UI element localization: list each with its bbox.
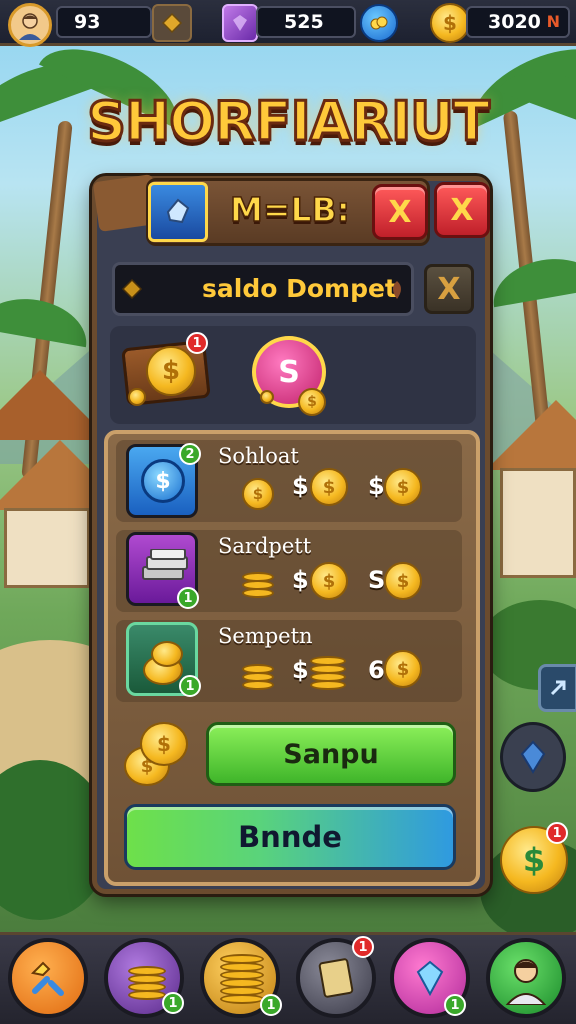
coin-value: 3020 xyxy=(488,11,541,33)
coin-counter: 3020 N xyxy=(466,6,570,38)
card-icon xyxy=(318,958,354,998)
nav-card-button[interactable]: 1 xyxy=(296,936,376,1018)
panel-header-label: M=LB: xyxy=(229,189,350,230)
coin-stack-icon xyxy=(242,658,274,692)
puzzle-icon xyxy=(30,961,64,996)
wallet-badge: 1 xyxy=(186,332,208,354)
coin-stack-icon xyxy=(220,950,264,1006)
gold-pile-icon: 1 xyxy=(126,622,201,697)
coin-stack-icon xyxy=(310,652,346,692)
side-toggle-button[interactable] xyxy=(538,664,576,712)
item-label: Sohloat xyxy=(218,444,299,468)
level-value: 93 xyxy=(74,11,101,33)
item-label: Sempetn xyxy=(218,624,313,648)
coin-icon: $ xyxy=(384,562,422,600)
crystal-icon xyxy=(520,740,546,774)
profile-icon xyxy=(505,959,547,1005)
hut-roof xyxy=(486,400,576,470)
bnnde-button[interactable]: Bnnde xyxy=(124,804,456,870)
coin-currency-icon: $ xyxy=(430,3,470,43)
saldo-label: saldo Dompet xyxy=(202,274,397,303)
player-avatar-icon[interactable] xyxy=(8,3,52,47)
hut xyxy=(4,508,90,588)
price-symbol: $ xyxy=(368,472,385,500)
top-hud: 93 525 $ 3020 N xyxy=(0,0,576,47)
price-symbol: 6 xyxy=(368,656,385,684)
sanpu-button[interactable]: Sanpu xyxy=(206,722,456,786)
pink-coin-icon[interactable]: S $ xyxy=(252,336,332,416)
crystal-side-button[interactable] xyxy=(500,722,566,792)
hud-close-button[interactable]: N xyxy=(547,8,560,36)
level-counter: 93 xyxy=(56,6,152,38)
nav-gem-button[interactable]: 1 xyxy=(390,938,470,1018)
game-title: SHORFIARIUT xyxy=(86,89,492,155)
gem-value: 525 xyxy=(284,11,324,33)
coin-icon: $ xyxy=(384,650,422,688)
nav-coin-stack-button[interactable]: 1 xyxy=(200,938,282,1018)
coin-offer-button[interactable]: $ 1 xyxy=(498,822,572,898)
price-symbol: $ xyxy=(292,472,309,500)
cash-stack-icon: 1 xyxy=(126,532,199,609)
offer-badge: 1 xyxy=(546,822,568,844)
nav-profile-button[interactable] xyxy=(486,938,566,1018)
coin-icon: $ xyxy=(310,562,348,600)
price-symbol: S xyxy=(368,566,386,594)
close-button-b[interactable]: X xyxy=(434,182,490,238)
gold-gem-icon xyxy=(116,272,148,306)
coins-mini-icon xyxy=(370,16,388,30)
saldo-close-button[interactable]: X xyxy=(424,264,474,314)
arrow-icon xyxy=(550,680,566,696)
coin-icon: $ xyxy=(146,346,196,396)
nav-puzzle-button[interactable] xyxy=(8,938,88,1018)
price-symbol: $ xyxy=(292,566,309,594)
leaf-icon xyxy=(386,278,408,302)
add-gem-button[interactable] xyxy=(360,4,398,42)
coin-pile-icon: $ $ xyxy=(124,722,194,788)
coin-token-icon: $ 2 xyxy=(126,443,201,518)
item-label: Sardpett xyxy=(218,534,312,558)
purple-gem-icon xyxy=(222,4,258,42)
hut xyxy=(500,468,576,578)
coin-icon: $ xyxy=(384,468,422,506)
gem-icon xyxy=(416,960,444,997)
coin-icon: $ xyxy=(242,478,274,510)
coins-icon xyxy=(128,960,166,1000)
coin-stack-icon xyxy=(242,568,274,600)
close-button-a[interactable]: X xyxy=(372,184,428,240)
coin-icon: $ xyxy=(310,468,348,506)
price-symbol: $ xyxy=(292,656,309,684)
gem-counter: 525 xyxy=(256,6,356,38)
crystal-tile-icon[interactable] xyxy=(148,182,208,242)
diamond-button[interactable] xyxy=(152,4,192,42)
gold-gem-icon xyxy=(161,12,183,34)
wallet-icon[interactable]: $ 1 xyxy=(121,332,211,407)
nav-coins-button[interactable]: 1 xyxy=(104,938,184,1018)
